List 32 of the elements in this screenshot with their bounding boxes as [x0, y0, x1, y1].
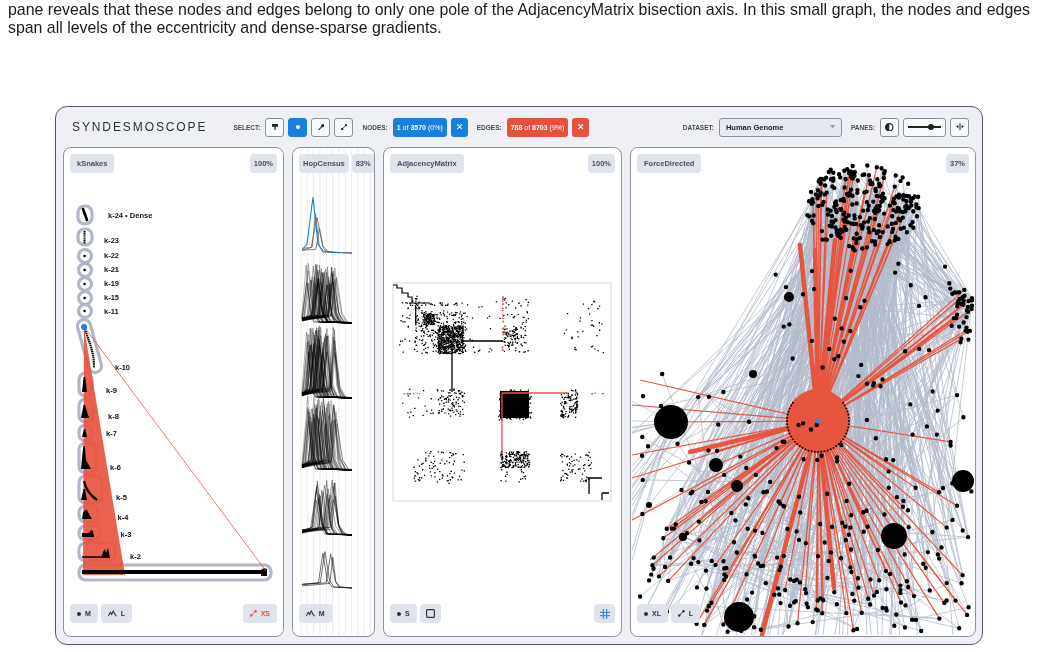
zigzag-icon [306, 610, 315, 617]
grid-icon [599, 608, 610, 619]
line-segment-icon [249, 610, 257, 617]
line-segment-icon [340, 123, 348, 131]
pane-width-control[interactable] [903, 117, 946, 137]
app-title: SYNDESMOSCOPE [72, 120, 208, 134]
caret-icon [829, 125, 835, 129]
edge-tool-button[interactable] [334, 117, 354, 137]
dot-icon [296, 125, 300, 129]
zigzag-icon [107, 610, 117, 617]
close-icon [578, 124, 584, 130]
dot-icon [77, 611, 81, 616]
needle-tool-button[interactable] [311, 117, 331, 137]
close-icon [456, 124, 462, 130]
grid-button[interactable] [594, 604, 615, 623]
node-tool-button[interactable] [288, 117, 308, 137]
pin-tool-button[interactable] [265, 117, 285, 137]
split-button[interactable] [950, 117, 969, 137]
square-button[interactable] [419, 604, 441, 623]
square-icon [425, 609, 435, 618]
slider-thumb[interactable] [928, 124, 935, 130]
contrast-icon [885, 122, 894, 132]
clear-nodes-button[interactable] [450, 117, 468, 137]
line-segment-icon [677, 610, 685, 617]
clear-edges-button[interactable] [572, 117, 590, 137]
contrast-button[interactable] [880, 117, 899, 137]
split-arrows-icon [955, 123, 964, 131]
dot-icon [644, 611, 648, 616]
description-paragraph: pane reveals that these nodes and edges belong to only one pole of the AdjacencyMatrix bisection axis. In this small graph, the nodes and edges span all levels of the eccentricity and dense-sparse gradients. [7, 0, 1031, 37]
thumbtack-icon [272, 123, 278, 131]
dot-icon [397, 611, 401, 616]
needle-icon [317, 123, 325, 131]
